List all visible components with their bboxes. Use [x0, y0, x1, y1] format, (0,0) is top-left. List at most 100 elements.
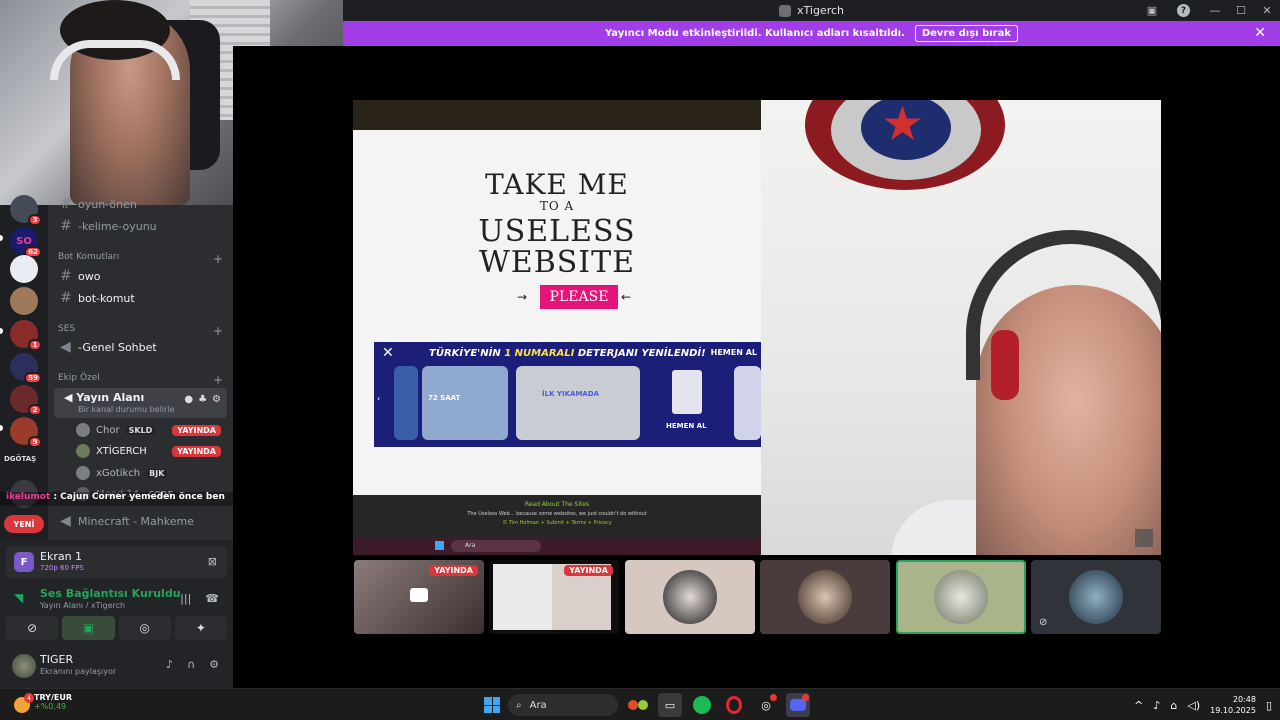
network-icon[interactable]: ⌂ [1170, 699, 1177, 712]
start-button[interactable] [484, 697, 500, 713]
task-view-icon[interactable]: ▭ [658, 693, 682, 717]
account-bar[interactable]: TIGER Ekranını paylaşıyor ♪ ∩ ⚙ [6, 649, 227, 683]
server-list: 3 SO 62 1 59 2 9 DGÖTAŞ YENİ [0, 195, 48, 540]
channel-name: -kelime-oyunu [78, 219, 157, 233]
voice-channel-item[interactable]: ◀ Minecraft - Mahkeme [54, 510, 227, 532]
server-icon[interactable]: 2 [10, 385, 42, 416]
voice-channel-item[interactable]: ◀ -Genel Sohbet [54, 336, 227, 358]
channel-item[interactable]: # -kelime-oyunu [54, 215, 227, 237]
participant-tile[interactable]: ⊘ [1031, 560, 1161, 634]
participant-tile[interactable] [760, 560, 890, 634]
spotify-icon[interactable] [690, 693, 714, 717]
discord-icon[interactable] [786, 693, 810, 717]
microphone-tray-icon[interactable]: ♪ [1153, 699, 1160, 712]
banner-message: Yayıncı Modu etkinleştirildi. Kullanıcı … [604, 28, 905, 39]
server-icon[interactable] [10, 287, 38, 315]
add-channel-icon[interactable]: + [213, 252, 223, 266]
channel-item[interactable]: # bot-komut [54, 287, 227, 309]
live-badge: YAYINDA [172, 445, 221, 457]
minimize-button[interactable]: — [1202, 0, 1228, 21]
live-badge: YAYINDA [172, 424, 221, 436]
server-icon[interactable]: SO 62 [10, 227, 42, 258]
participant-webcam[interactable]: ★ [761, 100, 1161, 555]
camera-off-button[interactable]: ⊘ [6, 616, 59, 640]
carousel-prev-icon[interactable]: ‹ [377, 394, 380, 403]
noise-suppression-icon[interactable]: ||| [180, 592, 191, 605]
disconnect-icon[interactable]: ☎ [205, 592, 219, 605]
voice-channel-status[interactable]: Bir kanal durumu belirle [78, 405, 174, 414]
fruit-app-icon[interactable] [626, 693, 650, 717]
maximize-button[interactable]: ☐ [1228, 0, 1254, 21]
activities-button[interactable]: ◎ [118, 616, 171, 640]
clock[interactable]: 20:48 19.10.2025 [1210, 694, 1256, 716]
invite-icon[interactable]: ♣ [198, 394, 207, 405]
footer-link[interactable]: Read About The Sites [353, 495, 761, 508]
opera-icon[interactable] [722, 693, 746, 717]
server-icon[interactable] [10, 255, 38, 283]
screen-share-view[interactable]: TAKE ME TO A USELESS WEBSITE → PLEASE ← … [353, 100, 761, 555]
participant-tile[interactable]: YAYINDA [354, 560, 484, 634]
voice-user[interactable]: XTİGERCH YAYINDA [76, 441, 227, 461]
server-icon[interactable]: 1 [10, 320, 42, 351]
participant-tile[interactable] [625, 560, 755, 634]
server-icon[interactable]: 9 [10, 417, 42, 448]
streamer-mode-banner: Yayıncı Modu etkinleştirildi. Kullanıcı … [343, 21, 1280, 46]
widget-badge: 4 [24, 693, 34, 703]
category-header[interactable]: Ekip Özel + [58, 373, 223, 387]
disable-streamer-mode-button[interactable]: Devre dışı bırak [914, 25, 1019, 42]
active-voice-channel[interactable]: ◀ Yayın Alanı Bir kanal durumu belirle ●… [54, 388, 227, 418]
please-button[interactable]: PLEASE [540, 285, 618, 309]
category-name: Ekip Özel [58, 373, 100, 383]
voice-user[interactable]: xGotikch BJK [76, 463, 227, 483]
participant-tile-speaking[interactable] [896, 560, 1026, 634]
server-text-label[interactable]: DGÖTAŞ [4, 455, 36, 463]
user-settings-icon[interactable]: ⚙ [209, 658, 219, 671]
voice-user[interactable]: Chor SKLD YAYINDA [76, 420, 227, 440]
ad-cta[interactable]: HEMEN AL [711, 348, 757, 357]
voice-connected-label[interactable]: Ses Bağlantısı Kuruldu [40, 587, 181, 600]
stop-share-icon[interactable]: ⊠ [208, 555, 217, 568]
new-unreads-pill[interactable]: YENİ [4, 515, 44, 533]
help-icon[interactable]: ? [1177, 4, 1190, 17]
site-title-line: WEBSITE [478, 245, 636, 280]
settings-gear-icon[interactable]: ⚙ [212, 394, 221, 405]
screen-share-card[interactable]: F Ekran 1 720p 60 FPS ⊠ [6, 546, 227, 578]
chat-icon[interactable]: ● [184, 394, 193, 405]
voice-connected-channel[interactable]: Yayın Alanı / xTigerch [40, 601, 125, 610]
window-title: xTigerch [797, 4, 844, 17]
volume-icon[interactable]: ◁) [1187, 699, 1200, 712]
chat-message: : Cajun Corner yemeden önce ben [53, 492, 225, 502]
banner-close-icon[interactable]: ✕ [1254, 25, 1266, 41]
channel-item[interactable]: # oyun-önen [54, 193, 227, 215]
site-footer: Read About The Sites The Useless Web... … [353, 495, 761, 537]
microphone-icon[interactable]: ♪ [166, 658, 173, 671]
channel-item[interactable]: # owo [54, 265, 227, 287]
clan-tag: BJK [146, 468, 168, 478]
avatar[interactable] [12, 654, 36, 678]
notification-icon[interactable]: ▯ [1266, 699, 1272, 712]
taskbar-search[interactable]: ⌕ Ara [508, 694, 618, 716]
corner-icon[interactable] [1135, 529, 1153, 547]
soundboard-button[interactable]: ✦ [174, 616, 227, 640]
ad-banner[interactable]: ✕ TÜRKİYE'NİN 1 NUMARALI DETERJANI YENİL… [374, 342, 761, 447]
server-icon[interactable]: 59 [10, 353, 42, 384]
headphones-icon[interactable]: ∩ [187, 658, 195, 671]
category-header[interactable]: Bot Komutları + [58, 252, 223, 266]
ad-card: 72 SAAT [422, 366, 508, 440]
close-window-button[interactable]: ✕ [1254, 0, 1280, 21]
add-channel-icon[interactable]: + [213, 373, 223, 387]
footer-links[interactable]: © Tim Holman + Submit + Terms + Privacy [353, 517, 761, 526]
participant-tile[interactable]: YAYINDA [489, 560, 619, 634]
currency-widget[interactable]: 4 TRY/EUR +%0,49 [14, 693, 72, 713]
ad-card: HEMEN AL [658, 366, 718, 440]
avatar [76, 466, 90, 480]
signal-icon[interactable]: ◥ [14, 591, 23, 605]
chevron-up-icon[interactable]: ^ [1134, 699, 1143, 712]
mention-badge: 59 [24, 372, 42, 384]
chrome-icon[interactable]: ◎ [754, 693, 778, 717]
server-icon[interactable]: 3 [10, 195, 42, 226]
inbox-icon[interactable]: ▣ [1139, 0, 1165, 21]
share-screen-button[interactable]: ▣ [62, 616, 115, 640]
ad-card [734, 366, 761, 440]
unread-pill [0, 425, 3, 431]
